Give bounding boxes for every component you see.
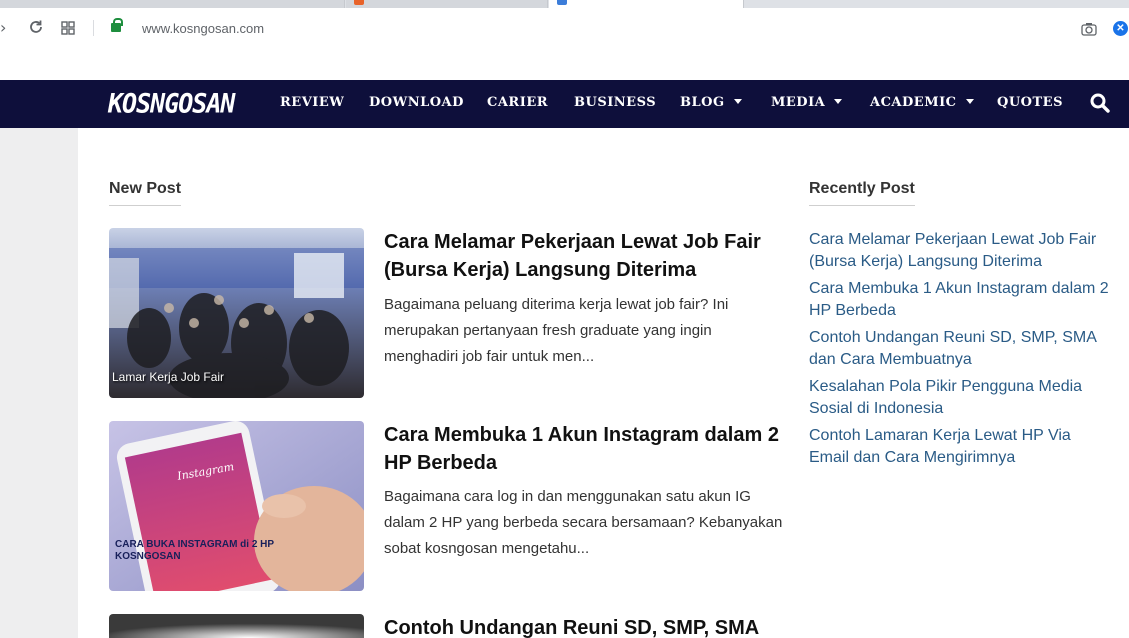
recent-post-link[interactable]: Contoh Lamaran Kerja Lewat HP Via Email … xyxy=(809,425,1109,469)
post-card: Instagram CARA BUKA INSTAGRAM di 2 HP KO… xyxy=(109,421,789,593)
post-thumbnail[interactable]: Instagram CARA BUKA INSTAGRAM di 2 HP KO… xyxy=(109,421,364,591)
nav-item-carier[interactable]: CARIER xyxy=(487,95,548,110)
nav-item-business[interactable]: BUSINESS xyxy=(574,95,656,110)
nav-item-academic[interactable]: ACADEMIC xyxy=(870,95,974,110)
chevron-down-icon xyxy=(834,99,843,104)
chevron-down-icon xyxy=(965,99,974,104)
nav-item-download[interactable]: DOWNLOAD xyxy=(369,95,464,110)
thumbnail-caption: CARA BUKA INSTAGRAM di 2 HP KOSNGOSAN xyxy=(115,539,275,562)
recent-post-link[interactable]: Cara Membuka 1 Akun Instagram dalam 2 HP… xyxy=(809,278,1109,322)
reload-icon[interactable] xyxy=(28,19,44,35)
site-logo[interactable]: KOSNGOSAN xyxy=(108,88,235,118)
forward-icon[interactable]: › xyxy=(0,18,6,38)
recent-post-link[interactable]: Cara Melamar Pekerjaan Lewat Job Fair (B… xyxy=(809,229,1109,273)
lock-icon[interactable] xyxy=(111,18,123,32)
post-title[interactable]: Cara Membuka 1 Akun Instagram dalam 2 HP… xyxy=(384,421,789,477)
nav-item-media[interactable]: MEDIA xyxy=(771,95,843,110)
post-excerpt: Bagaimana peluang diterima kerja lewat j… xyxy=(384,296,729,365)
nav-item-review[interactable]: REVIEW xyxy=(280,95,344,110)
section-title-new-post: New Post xyxy=(109,180,182,206)
nav-item-blog[interactable]: BLOG xyxy=(680,95,742,110)
instagram-phone-photo xyxy=(109,421,364,591)
search-icon[interactable] xyxy=(1090,93,1110,113)
recent-post-link[interactable]: Kesalahan Pola Pikir Pengguna Media Sosi… xyxy=(809,376,1109,420)
address-bar[interactable]: www.kosngosan.com xyxy=(142,21,264,36)
site-navbar: KOSNGOSAN REVIEW DOWNLOAD CARIER BUSINES… xyxy=(0,80,1129,128)
reunion-photo xyxy=(109,614,364,638)
thumbnail-caption: Lamar Kerja Job Fair xyxy=(112,370,225,384)
chevron-down-icon xyxy=(733,99,742,104)
browser-tab-strip xyxy=(0,0,1129,8)
section-title-recently-post: Recently Post xyxy=(809,180,915,206)
camera-icon[interactable] xyxy=(1081,22,1097,36)
nav-item-quotes[interactable]: QUOTES xyxy=(997,95,1063,110)
browser-tab[interactable] xyxy=(0,0,345,8)
browser-toolbar: › www.kosngosan.com ✕ xyxy=(0,8,1129,49)
post-excerpt: Bagaimana cara log in dan menggunakan sa… xyxy=(384,488,783,557)
toolbar-separator xyxy=(93,20,94,36)
extension-icon[interactable]: ✕ xyxy=(1113,21,1128,36)
post-card: Contoh Undangan Reuni SD, SMP, SMA xyxy=(109,614,789,638)
post-title[interactable]: Contoh Undangan Reuni SD, SMP, SMA xyxy=(384,614,789,638)
tab-favicon-icon xyxy=(557,0,567,5)
post-card: Lamar Kerja Job Fair Cara Melamar Pekerj… xyxy=(109,228,789,400)
post-thumbnail[interactable] xyxy=(109,614,364,638)
recent-post-link[interactable]: Contoh Undangan Reuni SD, SMP, SMA dan C… xyxy=(809,327,1109,371)
tab-favicon-icon xyxy=(354,0,364,5)
apps-grid-icon[interactable] xyxy=(61,21,75,35)
post-thumbnail[interactable]: Lamar Kerja Job Fair xyxy=(109,228,364,398)
left-gutter xyxy=(0,128,78,638)
recent-post-list: Cara Melamar Pekerjaan Lewat Job Fair (B… xyxy=(809,229,1109,474)
post-title[interactable]: Cara Melamar Pekerjaan Lewat Job Fair (B… xyxy=(384,228,789,284)
browser-tab-active[interactable] xyxy=(549,0,744,8)
browser-tab[interactable] xyxy=(346,0,548,8)
